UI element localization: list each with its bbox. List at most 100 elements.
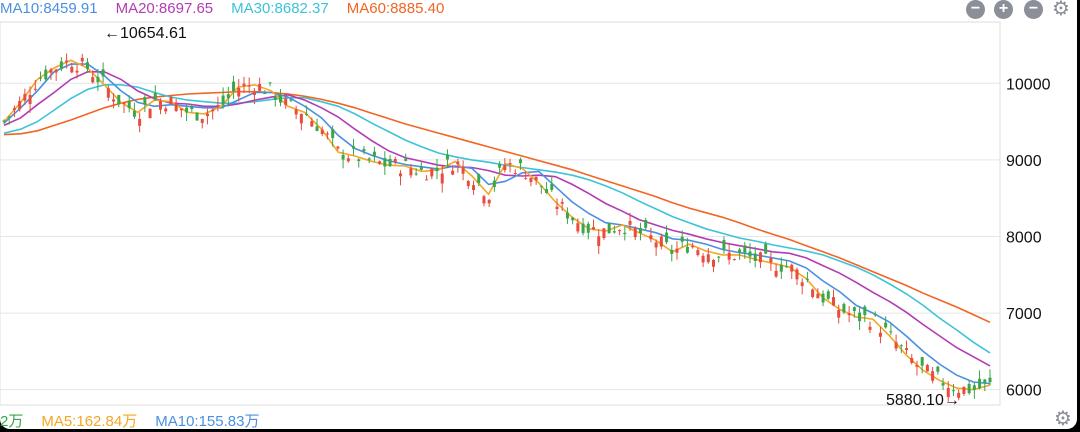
candle-body: [346, 158, 350, 162]
candle-body: [315, 126, 319, 131]
candle-body: [816, 293, 820, 299]
candle-body: [138, 118, 142, 126]
candle-body: [419, 166, 423, 170]
candle-body: [795, 269, 799, 280]
candle-body: [638, 228, 642, 234]
candle-body: [764, 243, 768, 254]
candle-body: [409, 168, 413, 176]
candle-body: [518, 159, 522, 164]
candle-body: [545, 188, 549, 193]
candle-body: [920, 357, 924, 366]
candle-body: [513, 173, 517, 175]
candle-body: [310, 121, 314, 127]
candle-body: [738, 249, 742, 253]
candle-body: [362, 148, 366, 152]
candle-body: [299, 113, 303, 124]
plot-area: [0, 21, 1001, 406]
candle-body: [889, 331, 893, 333]
volume-settings-icon[interactable]: ⚙: [1054, 409, 1072, 429]
candle-body: [70, 66, 74, 73]
candle-body: [884, 322, 888, 328]
candle-body: [85, 62, 89, 69]
candle-body: [743, 245, 747, 253]
candle-body: [221, 95, 225, 105]
candle-body: [54, 69, 58, 73]
candle-body: [628, 220, 632, 225]
candle-body: [28, 94, 32, 104]
candle-body: [555, 206, 559, 209]
candle-body: [602, 228, 606, 239]
candle-body: [805, 278, 809, 280]
candle-body: [597, 236, 601, 247]
candle-body: [983, 379, 987, 383]
candlestick-chart: 10000 9000 8000 7000 6000 ←10654.61 5880.10→: [0, 21, 1051, 409]
candle-body: [12, 108, 16, 110]
candle-body: [758, 252, 762, 263]
candle-body: [268, 82, 272, 84]
candle-body: [633, 227, 637, 238]
candle-body: [915, 365, 919, 367]
candle-body: [148, 108, 152, 119]
volume-legend: 2万 MA5:162.84万 MA10:155.83万: [0, 410, 259, 431]
candle-body: [560, 201, 564, 204]
candle-body: [273, 96, 277, 100]
candle-body: [456, 161, 460, 165]
candle-body: [649, 235, 653, 240]
candle-body: [623, 232, 627, 235]
candle-body: [44, 69, 48, 80]
candle-body: [461, 166, 465, 174]
candle-body: [2, 120, 6, 122]
candle-body: [331, 129, 335, 139]
candle-body: [847, 313, 851, 316]
candle-body: [445, 154, 449, 160]
candle-body: [404, 158, 408, 161]
candle-body: [685, 246, 689, 253]
candle-body: [65, 60, 69, 63]
candle-body: [670, 249, 674, 254]
candle-body: [112, 99, 116, 102]
candle-body: [91, 77, 95, 83]
candle-body: [237, 88, 241, 97]
candle-body: [378, 161, 382, 164]
candle-body: [174, 102, 178, 112]
candle-body: [618, 230, 622, 232]
candle-body: [75, 70, 79, 73]
candle-body: [571, 217, 575, 221]
candle-body: [49, 69, 53, 73]
candle-body: [278, 94, 282, 103]
candle-body: [811, 289, 815, 297]
candle-body: [106, 88, 110, 98]
y-tick-label: 8000: [1006, 229, 1042, 246]
candle-body: [472, 185, 476, 191]
candle-body: [800, 282, 804, 287]
candle-body: [117, 94, 121, 105]
candle-body: [18, 100, 22, 110]
candle-body: [753, 253, 757, 261]
candle-body: [96, 76, 100, 83]
candle-body: [185, 107, 189, 113]
candle-body: [675, 248, 679, 253]
candle-body: [122, 102, 126, 104]
candle-body: [607, 223, 611, 234]
candle-body: [169, 96, 173, 104]
candle-body: [425, 179, 429, 181]
candle-body: [988, 377, 992, 383]
candle-body: [252, 92, 256, 96]
candle-body: [565, 212, 569, 219]
candle-body: [39, 77, 43, 79]
candle-body: [873, 313, 877, 316]
candle-body: [451, 170, 455, 175]
candle-body: [320, 129, 324, 134]
candle-body: [539, 185, 543, 187]
legend-volume: 2万: [0, 413, 24, 430]
candle-body: [831, 297, 835, 306]
candle-body: [842, 304, 846, 313]
extreme-annotation-low: 5880.10→: [886, 392, 960, 409]
candle-body: [550, 183, 554, 190]
candle-body: [659, 236, 663, 247]
candle-body: [216, 105, 220, 107]
candle-body: [732, 259, 736, 261]
candle-body: [7, 116, 11, 118]
candle-body: [127, 100, 131, 109]
candle-body: [863, 306, 867, 316]
